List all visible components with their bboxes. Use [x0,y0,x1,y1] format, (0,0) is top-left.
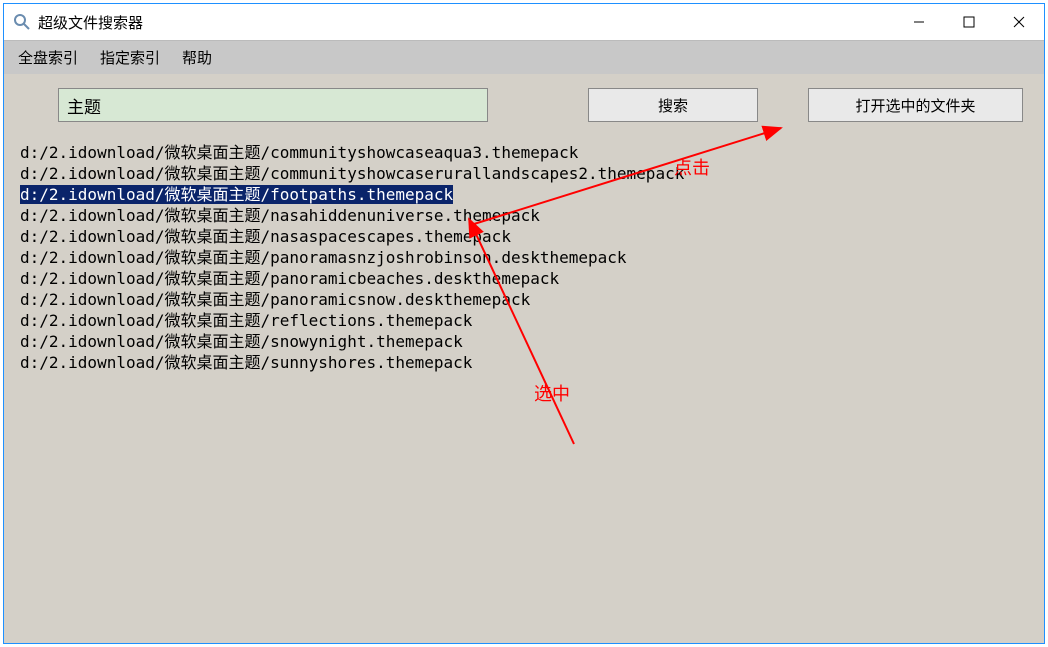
close-button[interactable] [994,4,1044,40]
menubar: 全盘索引 指定索引 帮助 [4,40,1044,74]
minimize-button[interactable] [894,4,944,40]
result-row[interactable]: d:/2.idownload/微软桌面主题/footpaths.themepac… [18,184,1030,205]
result-row[interactable]: d:/2.idownload/微软桌面主题/panoramicbeaches.d… [18,268,1030,289]
search-button[interactable]: 搜索 [588,88,758,122]
result-row[interactable]: d:/2.idownload/微软桌面主题/communityshowcaser… [18,163,1030,184]
result-row[interactable]: d:/2.idownload/微软桌面主题/nasaspacescapes.th… [18,226,1030,247]
result-row[interactable]: d:/2.idownload/微软桌面主题/reflections.themep… [18,310,1030,331]
maximize-button[interactable] [944,4,994,40]
search-input[interactable] [58,88,488,122]
results-list[interactable]: d:/2.idownload/微软桌面主题/communityshowcasea… [18,142,1030,373]
menu-specified-index[interactable]: 指定索引 [100,47,160,68]
client-area: 搜索 打开选中的文件夹 d:/2.idownload/微软桌面主题/commun… [4,74,1044,643]
result-row[interactable]: d:/2.idownload/微软桌面主题/sunnyshores.themep… [18,352,1030,373]
titlebar: 超级文件搜索器 [4,4,1044,40]
menu-help[interactable]: 帮助 [182,47,212,68]
search-row: 搜索 打开选中的文件夹 [18,88,1030,122]
app-window: 超级文件搜索器 全盘索引 指定索引 帮助 搜索 打开选中的文件夹 d:/2.id… [3,3,1045,644]
search-icon [12,12,32,32]
window-controls [894,4,1044,40]
result-row[interactable]: d:/2.idownload/微软桌面主题/nasahiddenuniverse… [18,205,1030,226]
window-title: 超级文件搜索器 [38,12,143,33]
open-folder-button[interactable]: 打开选中的文件夹 [808,88,1023,122]
result-row[interactable]: d:/2.idownload/微软桌面主题/panoramasnzjoshrob… [18,247,1030,268]
result-row[interactable]: d:/2.idownload/微软桌面主题/communityshowcasea… [18,142,1030,163]
result-row[interactable]: d:/2.idownload/微软桌面主题/panoramicsnow.desk… [18,289,1030,310]
menu-full-index[interactable]: 全盘索引 [18,47,78,68]
result-row[interactable]: d:/2.idownload/微软桌面主题/snowynight.themepa… [18,331,1030,352]
annotation-select: 选中 [534,380,570,406]
